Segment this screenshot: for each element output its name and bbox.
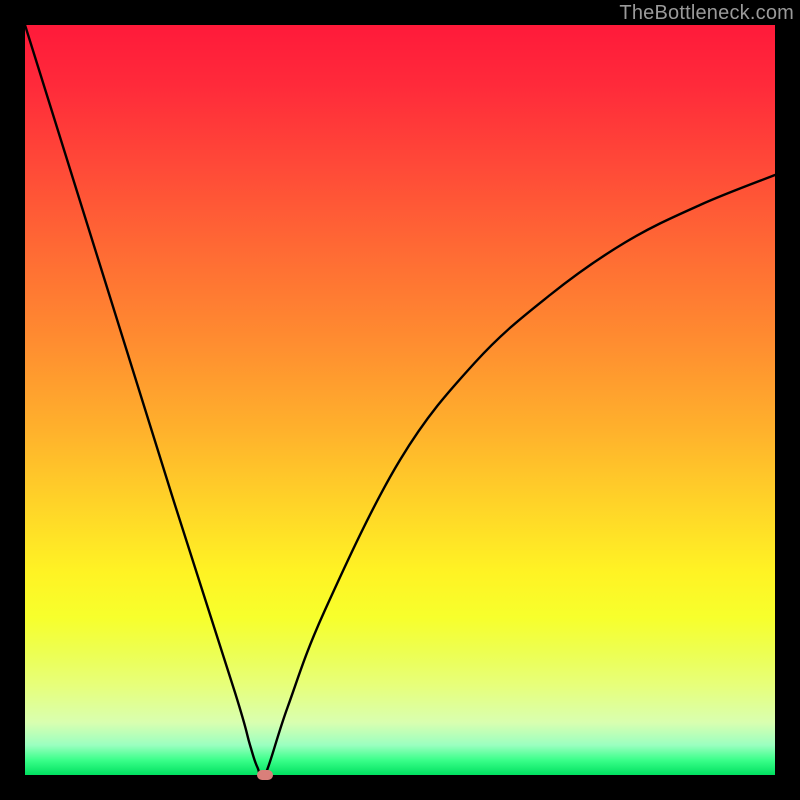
bottleneck-curve: [25, 25, 775, 775]
minimum-marker: [257, 770, 273, 780]
watermark-text: TheBottleneck.com: [619, 2, 794, 25]
chart-frame: TheBottleneck.com: [0, 0, 800, 800]
plot-area: [25, 25, 775, 775]
